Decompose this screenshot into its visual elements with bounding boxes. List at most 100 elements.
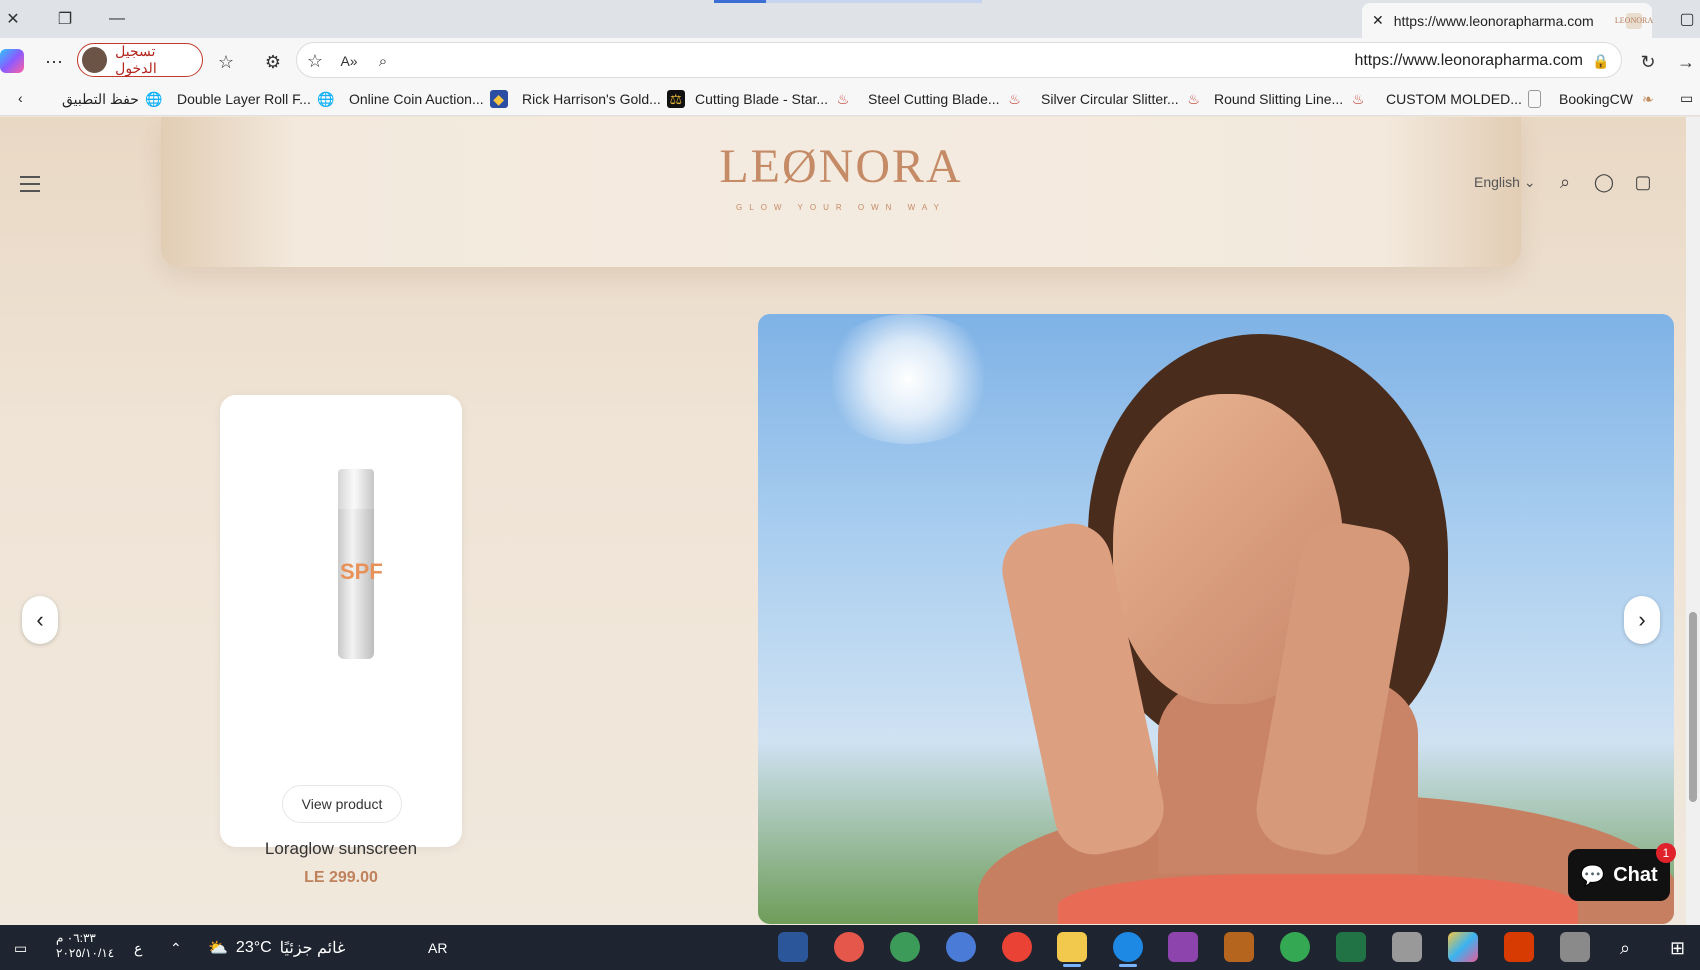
bookmark-item[interactable]: CUSTOM MOLDED... xyxy=(1386,90,1541,108)
browser-toolbar: ⋯ تسجيل الدخول ☆ ⚙ ☆ A» ⌕ https://www.le… xyxy=(0,38,1700,84)
brand-icon: ♨ xyxy=(836,90,850,107)
site-header: LEØNORA GLOW YOUR OWN WAY xyxy=(161,117,1521,267)
tab-favicon: LEONORA xyxy=(1615,12,1653,29)
leaf-icon: ❧ xyxy=(1642,90,1654,107)
chevron-down-icon: ⌄ xyxy=(1523,174,1536,190)
app-icon[interactable] xyxy=(1224,932,1254,962)
clock[interactable]: ٠٦:٣٣ م ٢٠٢٥/١٠/١٤ xyxy=(56,931,114,961)
excel-icon[interactable] xyxy=(1336,932,1366,962)
edge-icon[interactable] xyxy=(1113,932,1143,967)
minimize-window-icon[interactable]: — xyxy=(104,6,130,32)
bookmarks-scroll-left-icon[interactable]: ‹ xyxy=(18,90,23,106)
add-favorite-icon[interactable]: ☆ xyxy=(301,47,329,75)
notifications-icon[interactable]: ▭ xyxy=(14,933,27,963)
copilot-icon[interactable] xyxy=(0,49,24,73)
office-icon[interactable] xyxy=(1504,932,1534,962)
hero-swimsuit xyxy=(1058,874,1578,924)
tab-leonora[interactable]: ✕ https://www.leonorapharma.com LEONORA xyxy=(1362,3,1653,38)
bookmark-item[interactable]: Cutting Blade - Star... ♨ xyxy=(695,90,852,108)
chat-label: Chat xyxy=(1613,863,1658,886)
view-product-button[interactable]: View product xyxy=(282,785,402,823)
chat-button[interactable]: 💬 Chat xyxy=(1568,849,1670,901)
bookmarks-overflow-icon[interactable]: ▭ xyxy=(1680,90,1693,107)
bookmark-item[interactable]: Steel Cutting Blade... ♨ xyxy=(868,90,1024,108)
brand-icon: ♨ xyxy=(1187,90,1200,107)
chrome-icon[interactable] xyxy=(1002,932,1032,962)
product-info: Loraglow sunscreen LE 299.00 xyxy=(220,395,462,886)
weather-desc: غائم جزئيًا xyxy=(279,940,346,957)
avatar xyxy=(82,47,108,73)
search-page-icon[interactable]: ⌕ xyxy=(369,47,397,75)
input-language[interactable]: AR xyxy=(428,933,447,963)
browser-tabbar: ✕ ❐ — + ✕ https://www.leonorapharma.com … xyxy=(0,0,1700,38)
chat-bubble-icon: 💬 xyxy=(1580,864,1606,887)
tab-title: https://www.leonorapharma.com xyxy=(1393,12,1594,29)
hero-image xyxy=(758,314,1674,924)
bookmark-item[interactable]: Online Coin Auction... ◆ xyxy=(349,90,508,108)
loading-indicator xyxy=(714,0,766,3)
close-window-icon[interactable]: ✕ xyxy=(0,6,26,32)
windows-taskbar: ▭ ٠٦:٣٣ م ٢٠٢٥/١٠/١٤ ع ⌃ ⛅ 23°C غائم جزئ… xyxy=(0,925,1700,970)
cart-icon[interactable]: ▢ xyxy=(1630,169,1656,195)
store-icon[interactable] xyxy=(1448,932,1478,962)
tray-expand-icon[interactable]: ⌃ xyxy=(170,933,182,963)
browser-profile-icon[interactable] xyxy=(946,932,976,962)
account-icon[interactable]: ◯ xyxy=(1591,169,1617,195)
usb-icon[interactable] xyxy=(1392,932,1422,962)
winrar-icon[interactable] xyxy=(1168,932,1198,962)
refresh-icon[interactable]: ↻ xyxy=(1634,48,1662,76)
more-options-icon[interactable]: ⋯ xyxy=(40,48,68,76)
signin-button[interactable]: تسجيل الدخول xyxy=(77,43,203,77)
language-selector[interactable]: English ⌄ xyxy=(1474,174,1536,191)
date-text: ٢٠٢٥/١٠/١٤ xyxy=(56,946,115,960)
start-icon[interactable]: ⊞ xyxy=(1670,933,1685,963)
carousel-next-button[interactable]: › xyxy=(1624,596,1660,644)
bookmarks-bar: ‹ حفظ التطبيق 🌐 Double Layer Roll F... 🌐 O… xyxy=(0,84,1700,116)
file-explorer-icon[interactable] xyxy=(1057,932,1087,967)
search-icon[interactable]: ⌕ xyxy=(1620,933,1630,963)
search-icon[interactable]: ⌕ xyxy=(1552,169,1578,195)
carousel-prev-button[interactable]: ‹ xyxy=(22,596,58,644)
brand-icon: ♨ xyxy=(1008,90,1021,107)
product-name[interactable]: Loraglow sunscreen xyxy=(220,839,462,859)
weather-temp: 23°C xyxy=(235,939,272,956)
bookmark-item[interactable]: حفظ التطبيق 🌐 xyxy=(62,90,163,108)
signin-label: تسجيل الدخول xyxy=(115,43,157,76)
hamburger-menu-icon[interactable] xyxy=(18,172,42,196)
bookmark-item[interactable]: Silver Circular Slitter... ♨ xyxy=(1041,90,1203,108)
site-tagline: GLOW YOUR OWN WAY xyxy=(736,203,946,212)
weather-widget[interactable]: ⛅ 23°C غائم جزئيًا xyxy=(208,933,345,963)
chrome-icon[interactable] xyxy=(1280,932,1310,962)
day-marker: ع xyxy=(134,939,143,956)
globe-icon: 🌐 xyxy=(145,90,163,107)
bookmark-item[interactable]: Rick Harrison's Gold... ⚖ xyxy=(522,90,685,108)
browser-profile-icon[interactable] xyxy=(834,932,864,962)
browser-profile-icon[interactable] xyxy=(890,932,920,962)
product-price: LE 299.00 xyxy=(304,869,378,886)
close-tab-icon[interactable]: ✕ xyxy=(1372,12,1384,29)
coin-icon: ◆ xyxy=(489,90,508,108)
site-logo[interactable]: LEØNORA xyxy=(161,139,1521,194)
favorites-icon[interactable]: ☆ xyxy=(212,48,240,76)
lock-icon[interactable]: 🔒 xyxy=(1587,47,1615,75)
brand-icon: ♨ xyxy=(1351,90,1365,107)
restore-window-icon[interactable]: ❐ xyxy=(52,6,78,32)
bookmark-item[interactable]: Double Layer Roll F... 🌐 xyxy=(177,90,335,108)
loading-track xyxy=(766,0,982,3)
url-text: https://www.leonorapharma.com xyxy=(1354,52,1583,69)
tab-actions-icon[interactable]: ▢ xyxy=(1674,6,1700,32)
bookmark-item[interactable]: Round Slitting Line... ♨ xyxy=(1214,90,1367,108)
app-icon[interactable] xyxy=(1560,932,1590,962)
weather-icon: ⛅ xyxy=(208,940,228,957)
time-text: ٠٦:٣٣ م xyxy=(56,931,96,945)
forward-icon[interactable]: → xyxy=(1672,48,1700,76)
scale-icon: ⚖ xyxy=(666,90,685,108)
extensions-icon[interactable]: ⚙ xyxy=(259,48,287,76)
scroll-thumb[interactable] xyxy=(1689,612,1697,802)
bookmark-item[interactable]: BookingCW ❧ xyxy=(1559,90,1657,108)
word-app-icon[interactable] xyxy=(778,932,808,962)
read-aloud-icon[interactable]: A» xyxy=(335,47,363,75)
address-bar[interactable]: ☆ A» ⌕ https://www.leonorapharma.com 🔒 xyxy=(296,42,1622,78)
page-scrollbar[interactable] xyxy=(1686,117,1700,925)
page-icon xyxy=(1527,90,1541,108)
